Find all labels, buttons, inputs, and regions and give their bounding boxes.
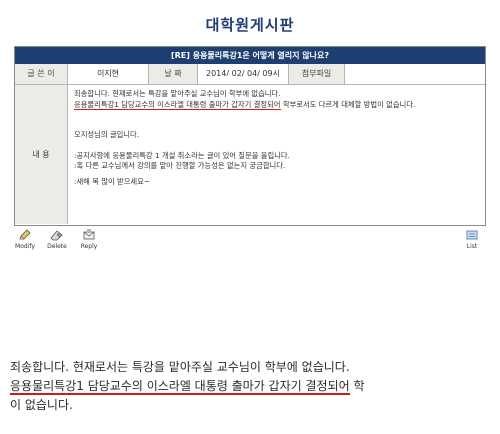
reply-icon: [83, 229, 95, 240]
list-button[interactable]: List: [465, 228, 479, 250]
reply-label: Reply: [80, 243, 98, 250]
modify-button[interactable]: Modify: [12, 228, 38, 250]
quote-header: 오지성님의 글입니다.: [74, 130, 140, 140]
zoom-line: 죄송합니다. 현재로서는 특강을 맡아주실 교수님이 학부에 없습니다.: [10, 360, 350, 374]
zoom-line: 응용물리특강1 담당교수의 이스라엘 대통령 출마가 갑자기 결정되어 학: [10, 377, 495, 396]
list-label: List: [466, 243, 478, 250]
date-label: 날 짜: [149, 64, 198, 84]
content-line: 응용물리특강1 담당교수의 이스라엘 대통령 출마가 갑자기 결정되어 학부로서…: [74, 99, 479, 111]
delete-label: Delete: [47, 243, 67, 250]
modify-label: Modify: [15, 243, 35, 250]
pencil-icon: [19, 229, 31, 240]
content-label: 내 용: [15, 85, 68, 224]
zoom-text: 학: [349, 379, 365, 393]
post-body-row: 내 용 죄송합니다. 현재로서는 특강을 맡아주실 교수님이 학부에 없습니다.…: [15, 85, 485, 224]
content-line: 죄송합니다. 현재로서는 특강을 맡아주실 교수님이 학부에 없습니다.: [74, 89, 281, 98]
eraser-icon: [50, 230, 63, 241]
post-actions: Modify Delete Reply: [12, 228, 102, 250]
zoomed-excerpt: 죄송합니다. 현재로서는 특강을 맡아주실 교수님이 학부에 없습니다. 응용물…: [10, 358, 495, 415]
content-text: 학부로서도 다르게 대체할 방법이 없습니다.: [280, 99, 416, 109]
list-icon: [466, 230, 478, 240]
post-view: [RE] 응용물리특강1은 어떻게 열리지 않나요? 글 쓴 이 이지현 날 짜…: [14, 46, 486, 226]
attachment-label: 첨부파일: [289, 64, 345, 84]
quote-line: :새해 복 많이 받으세요~: [74, 176, 150, 186]
quote-line: :혹 다른 교수님께서 강의를 맡아 진행할 가능성은 없는지 궁금합니다.: [74, 161, 286, 171]
reply-button[interactable]: Reply: [76, 228, 102, 250]
zoom-highlighted-text: 응용물리특강1 담당교수의 이스라엘 대통령 출마가 갑자기 결정되어: [10, 379, 350, 395]
quote-line: :공지사항에 응용물리특강 1 개설 취소라는 글이 있어 질문을 올립니다.: [74, 150, 290, 160]
attachment-value[interactable]: [345, 64, 485, 84]
post-subject: [RE] 응용물리특강1은 어떻게 열리지 않나요?: [15, 47, 485, 64]
zoom-line: 이 없습니다.: [10, 398, 73, 412]
delete-button[interactable]: Delete: [44, 228, 70, 250]
author-value: 이지현: [68, 64, 149, 84]
post-meta-row: 글 쓴 이 이지현 날 짜 2014/ 02/ 04/ 09시 첨부파일: [15, 64, 485, 85]
post-content: 죄송합니다. 현재로서는 특강을 맡아주실 교수님이 학부에 없습니다. 응용물…: [68, 85, 485, 224]
board-title: 대학원게시판: [205, 16, 295, 34]
highlighted-text: 응용물리특강1 담당교수의 이스라엘 대통령 출마가 갑자기 결정되어: [74, 99, 281, 110]
date-value: 2014/ 02/ 04/ 09시: [198, 64, 289, 84]
author-label: 글 쓴 이: [15, 64, 68, 84]
